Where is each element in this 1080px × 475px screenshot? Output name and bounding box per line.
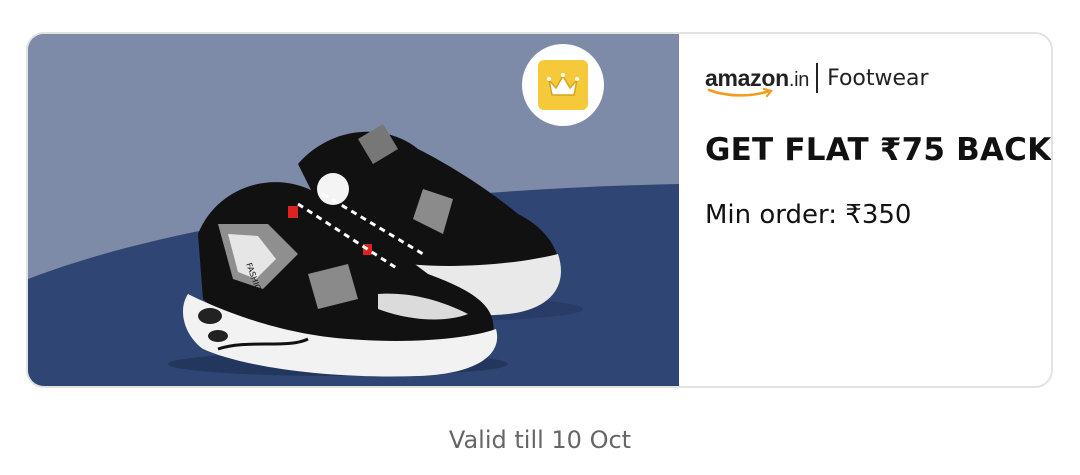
amazon-logo: amazon.in [705, 66, 810, 97]
product-image: FASHION [28, 34, 679, 386]
brand-row: amazon.in Footwear [705, 58, 929, 98]
sneaker-image: FASHION [168, 124, 583, 377]
validity-text: Valid till 10 Oct [448, 426, 632, 454]
offer-card[interactable]: FASHION amazon.in Footwear GET FLAT ₹75 … [26, 32, 1053, 388]
brand-tld: .in [788, 68, 810, 91]
crown-icon [538, 60, 588, 110]
offer-details: amazon.in Footwear GET FLAT ₹75 BACK Min… [679, 34, 1051, 386]
min-order-text: Min order: ₹350 [705, 200, 912, 230]
amazon-smile-icon [707, 87, 773, 97]
category-label: Footwear [827, 65, 929, 91]
offer-headline: GET FLAT ₹75 BACK [705, 132, 1052, 168]
crown-badge [522, 44, 604, 126]
brand-divider [816, 63, 819, 93]
